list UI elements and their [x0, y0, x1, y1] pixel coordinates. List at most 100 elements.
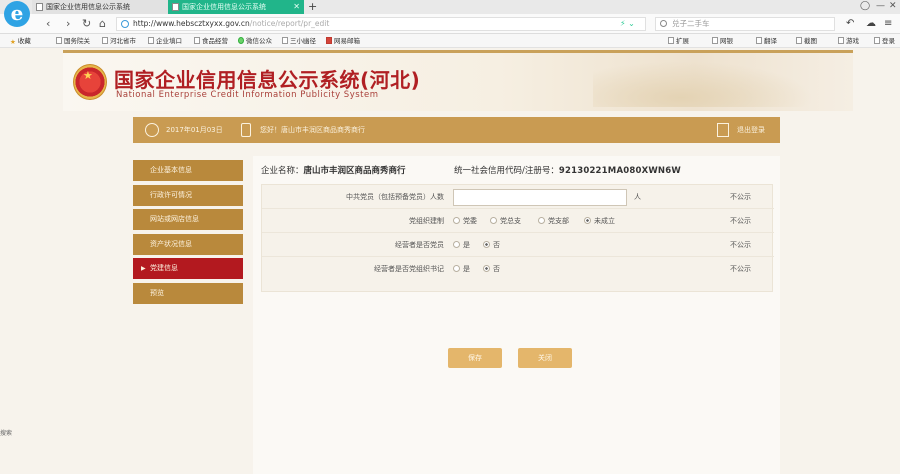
bookmark-item[interactable]: 企业填口	[148, 34, 182, 48]
side-search-panel[interactable]: 搜索	[0, 430, 12, 474]
browser-tab-active[interactable]: 国家企业信用信息公示系统 ✕	[168, 0, 304, 14]
bookmark-favorites[interactable]: ★ 收藏	[10, 34, 31, 49]
sidebar-item-assets[interactable]: 资产状况信息	[133, 233, 243, 255]
bookmark-label: 收藏	[17, 37, 31, 45]
toolbar-item[interactable]: 登录	[874, 34, 895, 48]
refresh-icon[interactable]: ↻	[82, 17, 91, 30]
national-emblem-icon: ★	[73, 64, 107, 100]
cloud-icon[interactable]: ☁	[866, 17, 876, 30]
bookmark-label: 企业填口	[156, 37, 182, 45]
page-icon	[102, 37, 108, 44]
bookmark-item[interactable]: 三小幽径	[282, 34, 316, 48]
new-tab-button[interactable]: +	[308, 0, 317, 13]
screenshot-icon	[796, 37, 802, 44]
site-title: 国家企业信用信息公示系统(河北)	[114, 68, 421, 92]
tab-label: 国家企业信用信息公示系统	[182, 3, 266, 11]
bookmarks-bar: ★ 收藏 国务院关 河北省市 企业填口 食品经营 微信公众 三小幽径 网易邮箱 扩…	[0, 34, 900, 48]
radio-button-checked[interactable]	[483, 265, 490, 272]
sidebar-item-preview[interactable]: 预览	[133, 282, 243, 304]
bookmark-label: 网易邮箱	[334, 37, 360, 45]
minimize-icon[interactable]: —	[876, 0, 885, 13]
radio-button[interactable]	[453, 217, 460, 224]
info-bar: 2017年01月03日 您好！唐山市丰润区商品商秀商行 退出登录	[133, 117, 780, 143]
address-bar: ‹ › ↻ ⌂ http://www.hebscztxyxx.gov.cn/no…	[0, 14, 900, 34]
option-label: 是	[463, 265, 470, 273]
login-icon	[874, 37, 880, 44]
enterprise-name-label: 企业名称：	[261, 166, 304, 176]
radio-button-checked[interactable]	[483, 241, 490, 248]
radio-option[interactable]: 党委	[453, 209, 477, 233]
extension-icon	[668, 37, 674, 44]
publicity-status[interactable]: 不公示	[730, 233, 751, 257]
toolbar-item[interactable]: 扩展	[668, 34, 689, 48]
tab-label: 国家企业信用信息公示系统	[46, 3, 130, 11]
sidebar-item-admin-license[interactable]: 行政许可情况	[133, 184, 243, 206]
bookmark-label: 国务院关	[64, 37, 90, 45]
translate-icon	[756, 37, 762, 44]
sidebar-menu: 企业基本信息 行政许可情况 网站或网店信息 资产状况信息 党建信息 预览	[133, 160, 243, 307]
credit-code-label: 统一社会信用代码/注册号：	[454, 166, 559, 176]
browser-tab[interactable]: 国家企业信用信息公示系统	[32, 0, 168, 14]
save-button[interactable]: 保存	[448, 348, 502, 368]
form-row-operator-member: 经营者是否党员 是 否 不公示	[262, 233, 774, 257]
home-icon[interactable]: ⌂	[99, 17, 106, 30]
bookmark-item[interactable]: 网易邮箱	[326, 34, 360, 48]
radio-option-selected[interactable]: 否	[483, 233, 500, 257]
close-tab-icon[interactable]: ✕	[293, 0, 300, 14]
radio-button[interactable]	[453, 265, 460, 272]
restore-icon[interactable]: ◯	[860, 0, 870, 13]
page-icon	[56, 37, 62, 44]
radio-option-selected[interactable]: 否	[483, 257, 500, 281]
radio-option[interactable]: 是	[453, 233, 470, 257]
publicity-status[interactable]: 不公示	[730, 185, 751, 209]
close-button[interactable]: 关闭	[518, 348, 572, 368]
toolbar-item[interactable]: 游戏	[838, 34, 859, 48]
browser-tab-bar: e 国家企业信用信息公示系统 国家企业信用信息公示系统 ✕ + ◯ — ✕	[0, 0, 900, 27]
radio-button[interactable]	[490, 217, 497, 224]
sidebar-item-party-building[interactable]: 党建信息	[133, 258, 243, 279]
bank-icon	[712, 37, 718, 44]
publicity-status[interactable]: 不公示	[730, 257, 751, 281]
bookmark-label: 三小幽径	[290, 37, 316, 45]
logout-icon[interactable]	[717, 123, 729, 137]
radio-option[interactable]: 党总支	[490, 209, 521, 233]
menu-icon[interactable]: ≡	[884, 17, 892, 30]
radio-option-selected[interactable]: 未成立	[584, 209, 615, 233]
party-member-count-input[interactable]	[453, 189, 627, 206]
option-label: 党支部	[548, 217, 569, 225]
bookmark-item[interactable]: 河北省市	[102, 34, 136, 48]
option-label: 党委	[463, 217, 477, 225]
back-arrow-icon[interactable]: ‹	[46, 17, 50, 30]
toolbar-item[interactable]: 截图	[796, 34, 817, 48]
forward-arrow-icon[interactable]: ›	[66, 17, 70, 30]
sidebar-item-basic-info[interactable]: 企业基本信息	[133, 160, 243, 181]
toolbar-item[interactable]: 翻译	[756, 34, 777, 48]
publicity-status[interactable]: 不公示	[730, 209, 751, 233]
url-main-text: http://www.hebscztxyxx.gov.cn	[133, 19, 250, 28]
clock-icon	[145, 123, 159, 137]
browser-logo-icon: e	[4, 1, 30, 27]
radio-button-checked[interactable]	[584, 217, 591, 224]
credit-code-value: 92130221MA080XWN6W	[558, 166, 681, 176]
close-window-icon[interactable]: ✕	[889, 0, 897, 13]
radio-button[interactable]	[538, 217, 545, 224]
radio-option[interactable]: 是	[453, 257, 470, 281]
bookmark-item[interactable]: 国务院关	[56, 34, 90, 48]
game-icon	[838, 37, 844, 44]
search-input[interactable]: 兑子二手车	[655, 17, 835, 31]
speed-mode-icon[interactable]: ⚡ ⌄	[620, 17, 635, 30]
toolbar-label: 网银	[720, 37, 733, 45]
bookmark-label: 微信公众	[246, 37, 272, 45]
undo-icon[interactable]: ↶	[846, 17, 854, 30]
security-icon	[121, 20, 129, 28]
radio-button[interactable]	[453, 241, 460, 248]
bookmark-item[interactable]: 食品经营	[194, 34, 228, 48]
bookmark-item[interactable]: 微信公众	[238, 34, 272, 48]
field-label: 经营者是否党员	[395, 241, 444, 249]
mail-icon	[326, 37, 332, 44]
sidebar-item-website[interactable]: 网站或网店信息	[133, 209, 243, 230]
toolbar-item[interactable]: 网银	[712, 34, 733, 48]
url-input[interactable]: http://www.hebscztxyxx.gov.cn/notice/rep…	[116, 17, 646, 31]
radio-option[interactable]: 党支部	[538, 209, 569, 233]
logout-link[interactable]: 退出登录	[737, 117, 765, 143]
